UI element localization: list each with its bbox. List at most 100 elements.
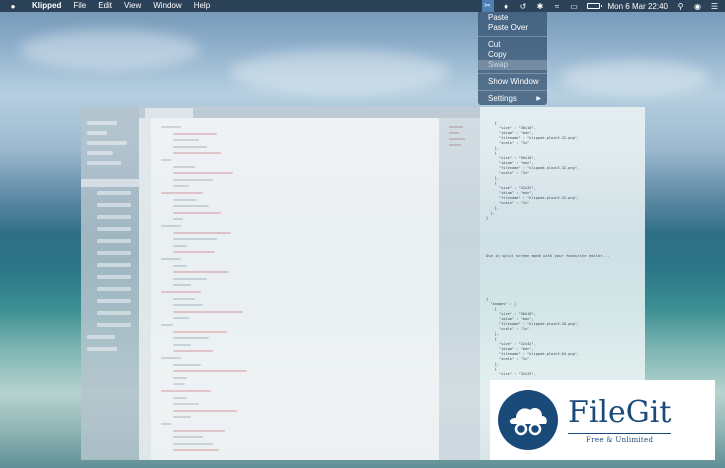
line-gutter [139,118,151,460]
preview-code-top: { "size" : "36x10", "idiom" : "mac", "fi… [486,121,580,220]
filegit-watermark: FileGit Free & Unlimited [490,380,715,460]
menu-file[interactable]: File [73,0,86,12]
sidebar-row[interactable] [97,215,131,219]
submenu-arrow-icon: ▶ [536,96,541,102]
code-line [161,225,181,227]
code-line [173,350,213,353]
wifi-icon[interactable]: ≈ [553,2,562,11]
sidebar-row[interactable] [87,141,127,145]
sidebar-row[interactable] [87,161,121,165]
code-line [173,238,217,241]
menu-clock[interactable]: Mon 6 Mar 22:40 [608,2,668,11]
watermark-text: FileGit Free & Unlimited [568,394,672,444]
code-line [161,324,173,326]
sidebar-row[interactable] [87,347,117,351]
code-line [173,145,207,148]
user-avatar-icon[interactable]: ◉ [693,2,702,11]
code-line [173,310,243,313]
code-line [173,218,183,221]
minimap[interactable] [439,118,480,460]
settings-label: Settings [488,94,517,103]
sidebar-row[interactable] [97,191,131,195]
code-line [173,363,201,366]
status-area: ✂ ♦ ↺ ✱ ≈ ▭ Mon 6 Mar 22:40 ⚲ ◉ ☰ [481,0,719,12]
menu-bar: ● Klipped File Edit View Window Help ✂ ♦… [0,0,725,12]
search-icon[interactable]: ⚲ [676,2,685,11]
menu-view[interactable]: View [124,0,141,12]
list-icon[interactable]: ☰ [710,2,719,11]
time-machine-icon[interactable]: ↺ [519,2,528,11]
code-line [173,376,187,379]
watermark-name: FileGit [568,394,672,430]
sidebar-row[interactable] [97,239,131,243]
code-line [161,192,203,194]
menu-window[interactable]: Window [153,0,181,12]
battery-icon[interactable] [586,3,602,9]
code-line [173,297,195,300]
apple-menu-icon[interactable]: ● [8,2,18,11]
code-line [161,159,171,161]
cloud-decoration [560,60,710,95]
code-line [173,396,187,399]
sidebar-row[interactable] [97,311,131,315]
sidebar-row[interactable] [97,299,131,303]
bluetooth-icon[interactable]: ✱ [536,2,545,11]
code-line [173,244,187,247]
menu-item-paste[interactable]: Paste [478,13,547,23]
code-line [161,126,181,128]
file-sidebar[interactable] [81,107,139,460]
preview-code-bottom: { "images" : [ { "size" : "36x10", "idio… [486,297,580,376]
code-line [173,409,237,412]
menu-edit[interactable]: Edit [98,0,112,12]
code-line [173,337,209,340]
code-line [173,370,247,373]
code-line [161,291,201,293]
minimap-line [449,138,465,140]
airplay-icon[interactable]: ▭ [570,2,579,11]
dropbox-icon[interactable]: ♦ [502,2,511,11]
code-line [161,423,171,425]
app-menu[interactable]: Klipped [32,0,61,12]
code-line [173,284,191,287]
menu-help[interactable]: Help [194,0,210,12]
sidebar-row[interactable] [97,227,131,231]
klipped-dropdown-menu: Paste Paste Over Cut Copy Swap Show Wind… [478,12,547,105]
sidebar-row[interactable] [87,121,117,125]
sidebar-row-selected[interactable] [81,179,139,187]
sidebar-row[interactable] [87,131,107,135]
cloud-decoration [230,50,450,95]
editor-window [81,107,480,460]
code-line [173,317,189,320]
filegit-logo-icon [498,390,558,450]
code-line [173,403,199,406]
sidebar-row[interactable] [97,203,131,207]
sidebar-row[interactable] [97,323,131,327]
menu-item-swap[interactable]: Swap [478,60,547,70]
sidebar-row[interactable] [97,251,131,255]
minimap-line [449,144,461,146]
klipped-status-icon[interactable]: ✂ [481,0,494,12]
code-area[interactable] [139,118,439,460]
menu-item-show-window[interactable]: Show Window [478,77,547,87]
menu-separator [478,36,547,37]
menu-item-cut[interactable]: Cut [478,40,547,50]
sidebar-row[interactable] [97,275,131,279]
code-line [173,442,213,445]
code-line [173,139,199,142]
menu-item-copy[interactable]: Copy [478,50,547,60]
watermark-tagline: Free & Unlimited [568,432,672,444]
menu-item-settings[interactable]: Settings ▶ [478,94,547,104]
code-line [173,211,221,214]
menu-separator [478,73,547,74]
menu-item-paste-over[interactable]: Paste Over [478,23,547,33]
sidebar-row[interactable] [97,263,131,267]
code-line [173,330,227,333]
code-line [173,429,225,432]
menu-separator [478,90,547,91]
editor-tab[interactable] [145,108,193,118]
code-line [173,152,221,155]
editor-tab-bar [139,107,480,118]
sidebar-row[interactable] [97,287,131,291]
sidebar-row[interactable] [87,151,113,155]
sidebar-row[interactable] [87,335,115,339]
